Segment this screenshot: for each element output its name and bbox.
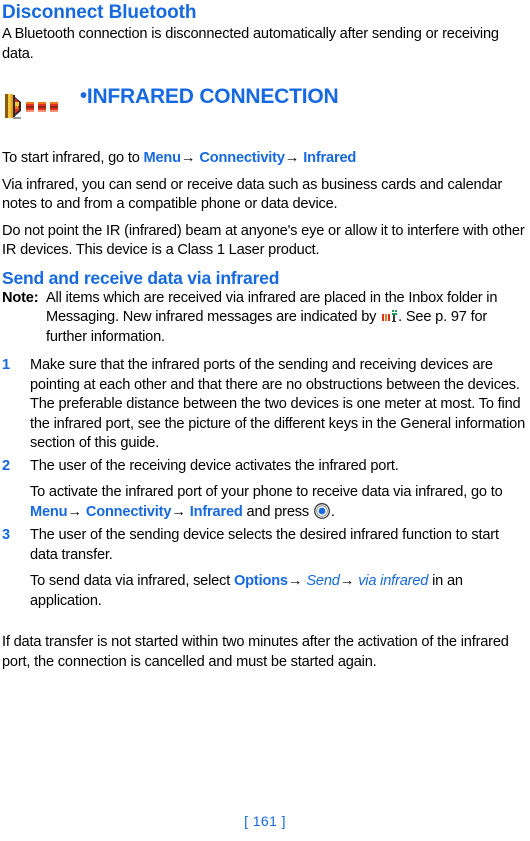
menu-path-infrared: Infrared	[189, 503, 243, 520]
step-number: 2	[2, 457, 11, 474]
start-infrared-prefix: To start infrared, go to	[2, 150, 144, 166]
paragraph-disconnect-bluetooth: A Bluetooth connection is disconnected a…	[2, 26, 499, 62]
manual-page: Disconnect Bluetooth A Bluetooth connect…	[0, 0, 530, 841]
menu-path-connectivity: Connectivity	[199, 150, 285, 166]
menu-path-send: Send	[306, 573, 340, 589]
chapter-title-text: INFRARED CONNECTION	[86, 85, 339, 108]
step-3-substep: To send data via infrared, select Option…	[30, 568, 526, 615]
heading-disconnect-bluetooth: Disconnect Bluetooth	[2, 2, 197, 23]
step-item: 2 The user of the receiving device activ…	[2, 457, 526, 480]
heading-send-receive-infrared: Send and receive data via infrared	[2, 267, 280, 288]
page-number: [ 161 ]	[244, 813, 286, 829]
step-text: The user of the sending device selects t…	[30, 527, 499, 563]
scroll-key-icon	[313, 502, 330, 519]
substep-suffix: .	[330, 503, 335, 520]
note-label: Note:	[2, 289, 39, 306]
step-item: 3 The user of the sending device selects…	[2, 526, 526, 568]
infrared-beam-icon	[4, 94, 64, 120]
page-footer: [ 161 ]	[0, 813, 530, 831]
step-number: 3	[2, 527, 11, 543]
step-text: Make sure that the infrared ports of the…	[30, 357, 526, 451]
substep-middle: and press	[242, 503, 313, 520]
menu-path-via-infrared: via infrared	[358, 573, 429, 589]
step-text: The user of the receiving device activat…	[30, 457, 399, 474]
menu-path-connectivity: Connectivity	[85, 503, 172, 520]
menu-arrow-2: →	[339, 573, 355, 589]
paragraph-laser-warning: Do not point the IR (infrared) beam at a…	[2, 222, 525, 259]
infrared-message-indicator-icon	[382, 310, 398, 323]
note-block: Note: All items which are received via i…	[2, 289, 526, 357]
substep-prefix: To send data via infrared, select	[30, 573, 234, 589]
chapter-bullet: •	[80, 85, 87, 107]
paragraph-via-infrared: Via infrared, you can send or receive da…	[2, 176, 503, 213]
menu-path-options: Options	[234, 573, 288, 589]
note-body: All items which are received via infrare…	[46, 289, 526, 348]
step-item: 1 Make sure that the infrared ports of t…	[2, 356, 526, 457]
menu-path-menu: Menu	[143, 150, 182, 166]
paragraph-start-infrared: To start infrared, go to Menu→ Connectiv…	[2, 149, 526, 176]
chapter-title: •INFRARED CONNECTION	[80, 86, 339, 108]
menu-arrow-1: →	[67, 503, 82, 520]
menu-arrow-1: →	[180, 150, 196, 166]
menu-arrow-2: →	[284, 150, 300, 166]
menu-arrow-1: →	[287, 573, 303, 589]
step-number: 1	[2, 357, 11, 373]
menu-path-infrared: Infrared	[303, 150, 357, 166]
menu-path-menu: Menu	[30, 503, 68, 520]
menu-arrow-2: →	[171, 503, 186, 520]
step-2-substep: To activate the infrared port of your ph…	[30, 479, 526, 526]
paragraph-timeout: If data transfer is not started within t…	[2, 634, 509, 670]
substep-prefix: To activate the infrared port of your ph…	[30, 484, 503, 500]
chapter-banner: •INFRARED CONNECTION	[2, 85, 526, 149]
